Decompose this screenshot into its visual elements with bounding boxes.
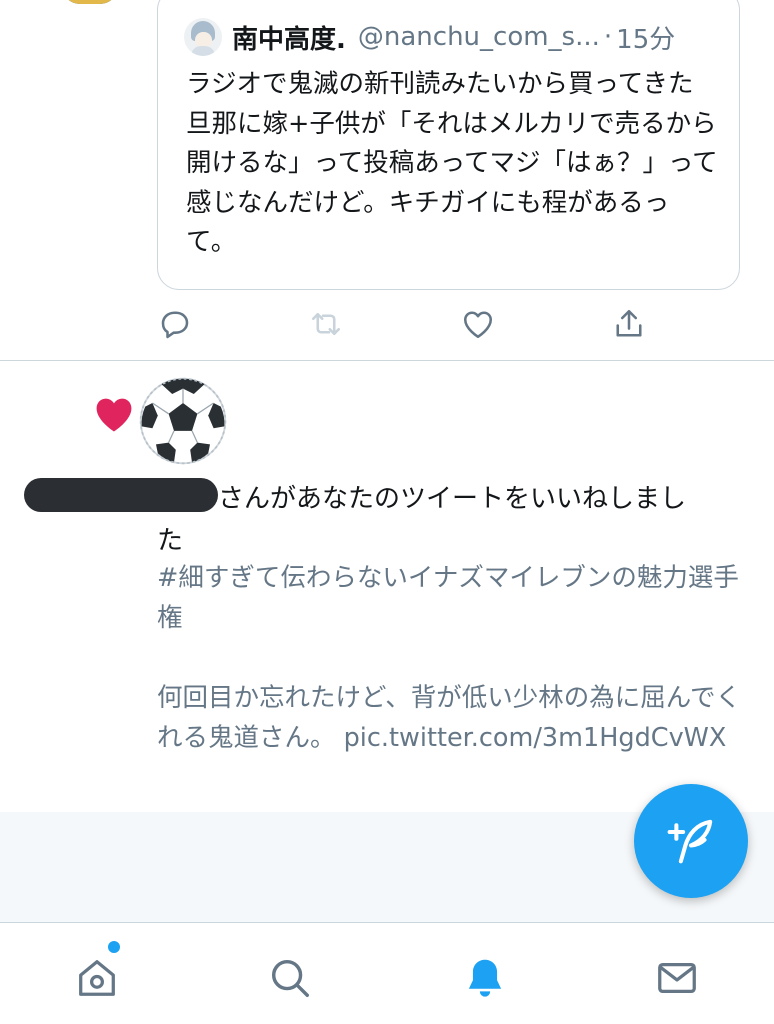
search-icon xyxy=(271,959,309,997)
share-button[interactable] xyxy=(609,304,649,344)
retweet-icon xyxy=(311,312,341,336)
compose-tweet-button[interactable] xyxy=(634,784,748,898)
notification-text-line2: た xyxy=(157,526,184,556)
retweet-button[interactable] xyxy=(306,304,346,344)
bell-icon xyxy=(468,959,502,997)
tweet-divider xyxy=(0,360,774,361)
bottom-tab-bar xyxy=(0,922,774,1024)
heart-outline-icon xyxy=(463,311,493,339)
quoted-author-handle: @nanchu_com_s... xyxy=(357,22,600,52)
liked-tweet-body: 何回目か忘れたけど、背が低い少林の為に屈んでくれる鬼道さん。 pic.twitt… xyxy=(157,683,741,753)
quoted-tweet-text: ラジオで鬼滅の新刊読みたいから買ってきた旦那に嫁+子供が「それはメルカリで売るか… xyxy=(186,69,718,257)
soccer-ball-icon[interactable] xyxy=(138,376,228,466)
reply-icon xyxy=(161,311,189,339)
tab-home[interactable] xyxy=(72,953,122,1003)
tab-search[interactable] xyxy=(265,953,315,1003)
tweet-actions xyxy=(0,304,774,348)
previous-avatar-fragment xyxy=(62,0,118,4)
heart-filled-icon xyxy=(96,398,132,432)
notification-text-line1: さんがあなたのツイートをいいねしまし xyxy=(218,484,687,514)
home-icon xyxy=(79,960,115,996)
quoted-separator: · xyxy=(603,22,613,52)
quoted-author-avatar xyxy=(184,18,222,56)
tab-notifications[interactable] xyxy=(460,953,510,1003)
liked-tweet-text[interactable]: #細すぎて伝わらないイナズマイレブンの魅力選手権 何回目か忘れたけど、背が低い少… xyxy=(157,558,747,758)
home-new-content-dot xyxy=(108,941,120,953)
liked-tweet-hashtag[interactable]: #細すぎて伝わらないイナズマイレブンの魅力選手権 xyxy=(157,558,747,638)
redacted-username xyxy=(24,478,218,512)
quoted-author-name: 南中高度. xyxy=(232,24,346,55)
like-button[interactable] xyxy=(458,304,498,344)
compose-tweet-icon xyxy=(667,819,713,864)
mail-icon xyxy=(658,962,696,994)
quoted-tweet-card[interactable]: 南中高度. @nanchu_com_s... · 15分 ラジオで鬼滅の新刊読み… xyxy=(157,0,740,290)
share-icon xyxy=(616,309,642,337)
quoted-tweet-header: 南中高度. @nanchu_com_s... · 15分 xyxy=(184,17,675,57)
quoted-tweet-time: 15分 xyxy=(616,24,676,55)
reply-button[interactable] xyxy=(155,304,195,344)
tab-messages[interactable] xyxy=(652,953,702,1003)
